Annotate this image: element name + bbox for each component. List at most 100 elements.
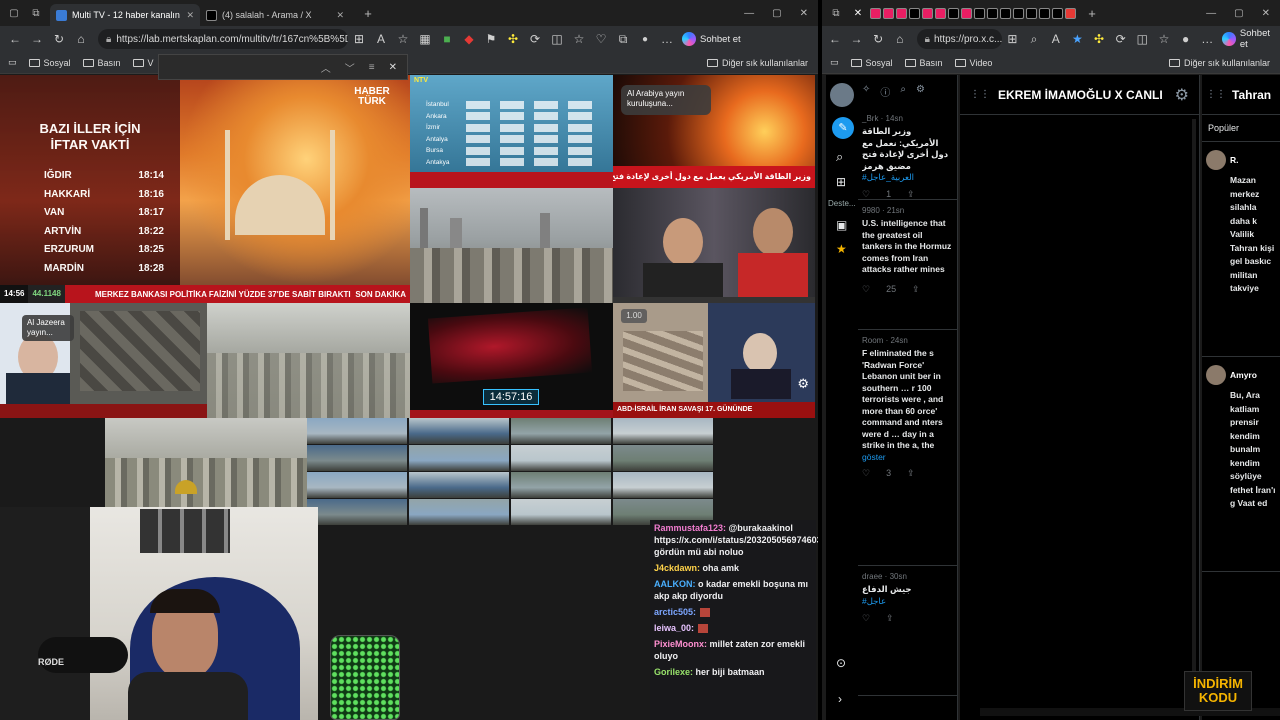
read-aloud-icon[interactable]: A [370, 32, 392, 46]
pinned-tab[interactable] [1013, 7, 1024, 19]
zoom-icon[interactable]: ⌕ [1023, 32, 1045, 47]
avatar[interactable]: ● [1175, 32, 1197, 46]
settings-gear-icon[interactable]: ⚙ [797, 376, 809, 392]
pinned-tab[interactable] [1026, 7, 1037, 19]
avatar[interactable]: ● [634, 34, 656, 45]
camera-feed[interactable] [307, 499, 407, 525]
pinned-tab[interactable] [974, 7, 985, 19]
channel-jerusalem-cam[interactable] [105, 418, 307, 508]
favorite-star-icon[interactable]: ☆ [392, 32, 414, 46]
close-tab-icon[interactable]: ✕ [180, 10, 194, 21]
camera-feed[interactable] [613, 418, 713, 444]
favorite-folder-basin[interactable]: Basın [82, 58, 121, 68]
chat-username[interactable]: arctic505: [654, 607, 696, 617]
camera-feed[interactable] [307, 472, 407, 498]
back-icon[interactable]: ← [4, 32, 26, 46]
camera-feed[interactable] [511, 499, 611, 525]
camera-feed[interactable] [409, 445, 509, 471]
forward-icon[interactable]: → [26, 32, 48, 46]
other-favorites[interactable]: Diğer sık kullanılanlar [1168, 58, 1270, 68]
address-bar[interactable]: 🔒︎ https://lab.mertskaplan.com/multitv/t… [98, 29, 348, 49]
camera-feed[interactable] [409, 499, 509, 525]
chat-username[interactable]: J4ckdawn: [654, 563, 700, 573]
compose-icon[interactable]: ✎ [832, 117, 854, 139]
extension-icon[interactable]: ▦ [414, 32, 436, 46]
channel-city-cam[interactable] [207, 303, 410, 418]
extension-icon[interactable]: ◆ [458, 32, 480, 46]
tab-multitv[interactable]: Multi TV - 12 haber kanalını aynı a ✕ [50, 4, 200, 26]
split-screen-icon[interactable]: ◫ [1132, 32, 1154, 46]
close-tab-icon[interactable]: ✕ [330, 10, 344, 21]
channel-ad-break[interactable]: 14:57:16 [410, 303, 613, 418]
pinned-tab[interactable] [1065, 7, 1076, 19]
chat-username[interactable]: PixieMoonx: [654, 639, 707, 649]
avatar[interactable] [1206, 365, 1226, 385]
profile-icon[interactable]: ▢ [6, 5, 22, 21]
tweet-card[interactable]: _Brk · 14sn وزير الطاقة الأمريكي: نعمل مع… [858, 108, 957, 200]
new-tab-icon[interactable]: + [360, 5, 376, 21]
share-icon[interactable]: ⇪ [886, 613, 894, 624]
share-icon[interactable]: ⇪ [907, 189, 915, 200]
extension-icon[interactable]: ✣ [1088, 32, 1110, 46]
tab-x-search[interactable]: (4) salalah - Arama / X ✕ [200, 4, 350, 26]
expand-icon[interactable]: › [838, 692, 842, 706]
chat-username[interactable]: leiwa_00: [654, 623, 694, 633]
favorite-folder-video[interactable]: Video [954, 58, 992, 68]
chat-username[interactable]: Rammustafa123: [654, 523, 726, 533]
collections-icon[interactable]: ⧉ [612, 32, 634, 47]
close-window-icon[interactable]: ✕ [1262, 8, 1270, 19]
drag-handle-icon[interactable]: ⋮⋮ [1206, 89, 1226, 100]
translate-icon[interactable]: ⊞ [1002, 32, 1024, 46]
more-icon[interactable]: … [1196, 32, 1218, 46]
close-window-icon[interactable]: ✕ [800, 8, 808, 19]
menu-icon[interactable]: ≡ [369, 62, 375, 73]
extension-icon[interactable]: ✣ [502, 32, 524, 46]
favorite-folder-sosyal[interactable]: Sosyal [850, 58, 893, 68]
address-bar[interactable]: 🔒︎ https://pro.x.c... [916, 29, 1002, 49]
add-column-icon[interactable]: ⊞ [836, 175, 860, 189]
refresh-ext-icon[interactable]: ⟳ [524, 32, 546, 46]
translate-icon[interactable]: ⊞ [348, 32, 370, 46]
channel-skyline-cam[interactable] [410, 188, 613, 303]
camera-feed[interactable] [511, 445, 611, 471]
minimize-icon[interactable]: — [744, 8, 754, 19]
like-icon[interactable]: ♡ [862, 189, 870, 200]
tweet-card[interactable]: Room · 24sn F eliminated the s 'Radwan Fo… [858, 330, 957, 566]
post-card[interactable]: Amyro Bu, Ara katliam prensir kendim buna… [1202, 357, 1280, 572]
favorite-folder-basin[interactable]: Basın [904, 58, 943, 68]
favorites-icon[interactable]: ☆ [1153, 32, 1175, 46]
home-icon[interactable]: ⌂ [70, 32, 92, 46]
home-icon[interactable]: ⌂ [889, 32, 911, 46]
camera-feed[interactable] [307, 418, 407, 444]
tab-popular[interactable]: Popüler [1202, 115, 1280, 142]
pinned-tab[interactable] [948, 7, 959, 19]
channel-studio[interactable] [613, 188, 815, 303]
other-favorites[interactable]: Diğer sık kullanılanlar [706, 58, 808, 68]
more-options-icon[interactable]: ⊙ [836, 656, 846, 670]
favorite-star-icon[interactable]: ★ [1067, 32, 1089, 46]
more-icon[interactable]: … [656, 32, 678, 46]
chevron-down-icon[interactable]: ﹀ [345, 60, 355, 75]
search-icon[interactable]: ⌕ [836, 149, 860, 165]
tweet-tag[interactable]: göster [862, 452, 953, 462]
forward-icon[interactable]: → [846, 32, 868, 46]
split-screen-icon[interactable]: ◫ [546, 32, 568, 46]
share-icon[interactable]: ⇪ [912, 284, 920, 295]
camera-feed[interactable] [511, 472, 611, 498]
refresh-icon[interactable]: ↻ [48, 32, 70, 46]
like-icon[interactable]: ♡ [862, 468, 870, 479]
filter-icon[interactable]: ✧ [862, 84, 870, 99]
avatar[interactable] [1206, 150, 1226, 170]
refresh-ext-icon[interactable]: ⟳ [1110, 32, 1132, 46]
new-tab-icon[interactable]: + [1084, 5, 1100, 21]
scrollbar[interactable] [1192, 119, 1196, 709]
back-icon[interactable]: ← [824, 32, 846, 46]
drag-handle-icon[interactable]: ⋮⋮ [970, 89, 990, 100]
pinned-tab[interactable] [1000, 7, 1011, 19]
maximize-icon[interactable]: ▢ [1234, 8, 1243, 19]
tweet-card[interactable]: draee · 30sn جيش الدفاع #عاجل ♡ ⇪ [858, 566, 957, 696]
channel-haberturk[interactable]: BAZI İLLER İÇİN İFTAR VAKTİ IĞDIR 18:14 HA… [0, 75, 410, 303]
heart-icon[interactable]: ♡ [590, 32, 612, 46]
info-icon[interactable]: ⓘ [880, 84, 890, 99]
pinned-tab[interactable] [935, 7, 946, 19]
